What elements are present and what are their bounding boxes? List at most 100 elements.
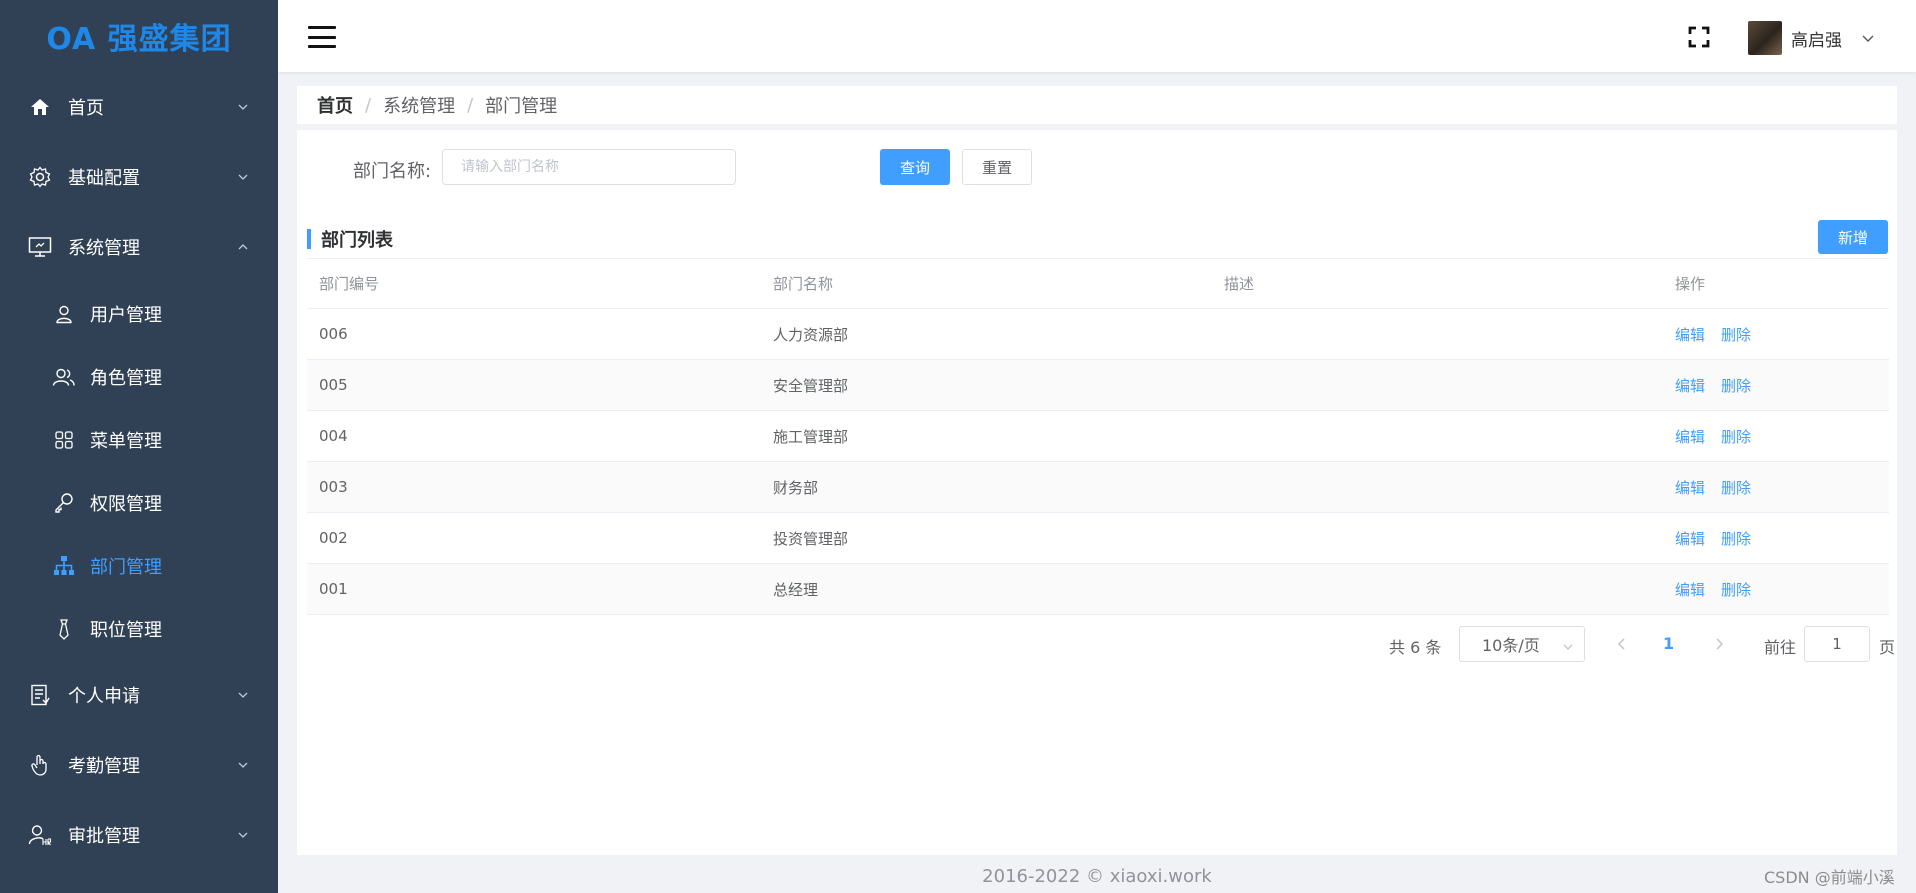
table-row: 002 投资管理部 编辑 删除 <box>307 513 1889 564</box>
page-number-current[interactable]: 1 <box>1663 634 1674 653</box>
department-table: 部门编号 部门名称 描述 操作 006 人力资源部 编辑 删除 005 安全管理部… <box>307 258 1889 615</box>
menu-item-attendance-management[interactable]: 考勤管理 <box>0 730 278 800</box>
fullscreen-icon[interactable] <box>1688 26 1710 48</box>
column-header-description: 描述 <box>1224 275 1255 293</box>
table-row: 005 安全管理部 编辑 删除 <box>307 360 1889 411</box>
cell-name: 安全管理部 <box>773 376 849 395</box>
breadcrumb-separator: / <box>365 94 372 116</box>
sidebar: OA 强盛集团 首页 基础配置 系统管理 用户管理 角色管理 菜单管理 权限管理… <box>0 0 278 893</box>
cell-name: 总经理 <box>773 580 819 599</box>
sidebar-item-menu-management[interactable]: 菜单管理 <box>0 408 278 471</box>
menu-item-label: 个人申请 <box>68 686 140 707</box>
menu-item-personal-application[interactable]: 个人申请 <box>0 660 278 730</box>
cell-actions: 编辑 删除 <box>1663 426 1889 447</box>
main-content: 部门名称: 查询 重置 部门列表 新增 部门编号 部门名称 描述 操作 006 … <box>297 130 1897 855</box>
delete-link[interactable]: 删除 <box>1721 377 1751 395</box>
section-accent-bar <box>307 229 311 249</box>
sidebar-item-user-management[interactable]: 用户管理 <box>0 282 278 345</box>
menu-item-label: 系统管理 <box>68 238 140 259</box>
delete-link[interactable]: 删除 <box>1721 530 1751 548</box>
goto-page-input[interactable] <box>1804 626 1870 662</box>
chevron-down-icon <box>236 100 250 114</box>
menu-item-approval-management[interactable]: 审批管理 <box>0 800 278 870</box>
breadcrumb-home[interactable]: 首页 <box>317 92 353 118</box>
cell-actions: 编辑 删除 <box>1663 375 1889 396</box>
chevron-down-icon <box>236 170 250 184</box>
cell-id: 004 <box>319 427 348 445</box>
page-size-select[interactable]: 10条/页 <box>1459 626 1585 662</box>
chevron-down-icon <box>236 758 250 772</box>
sidebar-item-department-management[interactable]: 部门管理 <box>0 534 278 597</box>
edit-link[interactable]: 编辑 <box>1675 428 1705 446</box>
sidebar-item-label: 权限管理 <box>90 493 162 515</box>
edit-link[interactable]: 编辑 <box>1675 581 1705 599</box>
chevron-down-icon <box>236 828 250 842</box>
breadcrumb-item-system-management: 系统管理 <box>383 96 456 117</box>
section-title: 部门列表 <box>307 228 393 251</box>
column-header-actions: 操作 <box>1675 275 1706 293</box>
watermark: CSDN @前端小溪 <box>1764 868 1895 887</box>
table-row: 004 施工管理部 编辑 删除 <box>307 411 1889 462</box>
menu-item-home[interactable]: 首页 <box>0 72 278 142</box>
gear-icon <box>28 165 52 189</box>
menu-item-system-management[interactable]: 系统管理 <box>0 212 278 282</box>
top-header: 高启强 <box>278 0 1916 72</box>
delete-link[interactable]: 删除 <box>1721 581 1751 599</box>
app-logo: OA 强盛集团 <box>46 22 232 57</box>
document-icon <box>28 683 52 707</box>
add-button[interactable]: 新增 <box>1818 220 1888 254</box>
approver-icon <box>28 823 52 847</box>
department-name-input[interactable] <box>442 149 736 185</box>
sidebar-item-permission-management[interactable]: 权限管理 <box>0 471 278 534</box>
sidebar-item-label: 菜单管理 <box>90 430 162 452</box>
hamburger-menu-icon[interactable] <box>308 26 336 48</box>
username[interactable]: 高启强 <box>1791 26 1842 51</box>
cell-id: 006 <box>319 325 348 343</box>
chevron-down-icon <box>236 688 250 702</box>
delete-link[interactable]: 删除 <box>1721 326 1751 344</box>
menu-item-basic-config[interactable]: 基础配置 <box>0 142 278 212</box>
cell-id: 003 <box>319 478 348 496</box>
department-name-label: 部门名称: <box>353 161 432 182</box>
prev-page-icon[interactable] <box>1613 635 1631 653</box>
page-size-value: 10条/页 <box>1482 636 1540 655</box>
avatar[interactable] <box>1748 21 1782 55</box>
table-row: 001 总经理 编辑 删除 <box>307 564 1889 615</box>
delete-link[interactable]: 删除 <box>1721 428 1751 446</box>
cell-id: 005 <box>319 376 348 394</box>
chevron-down-icon[interactable] <box>1861 30 1875 44</box>
edit-link[interactable]: 编辑 <box>1675 377 1705 395</box>
org-tree-icon <box>52 554 76 578</box>
delete-link[interactable]: 删除 <box>1721 479 1751 497</box>
sidebar-item-label: 部门管理 <box>90 556 162 578</box>
next-page-icon[interactable] <box>1710 635 1728 653</box>
edit-link[interactable]: 编辑 <box>1675 530 1705 548</box>
chevron-up-icon <box>236 240 250 254</box>
key-icon <box>52 491 76 515</box>
cell-id: 002 <box>319 529 348 547</box>
breadcrumb-separator: / <box>467 94 474 116</box>
home-icon <box>28 95 52 119</box>
chevron-down-icon <box>1562 638 1574 650</box>
table-header-row: 部门编号 部门名称 描述 操作 <box>307 259 1889 309</box>
breadcrumb: 首页 / 系统管理 / 部门管理 <box>297 86 1897 124</box>
query-button[interactable]: 查询 <box>880 149 950 185</box>
sidebar-item-position-management[interactable]: 职位管理 <box>0 597 278 660</box>
menu-item-label: 基础配置 <box>68 168 140 189</box>
column-header-id: 部门编号 <box>319 275 380 293</box>
cell-name: 投资管理部 <box>773 529 849 548</box>
cell-name: 人力资源部 <box>773 325 849 344</box>
goto-label: 前往 <box>1764 638 1797 657</box>
cell-id: 001 <box>319 580 348 598</box>
edit-link[interactable]: 编辑 <box>1675 479 1705 497</box>
sidebar-item-role-management[interactable]: 角色管理 <box>0 345 278 408</box>
sidebar-item-label: 角色管理 <box>90 367 162 389</box>
edit-link[interactable]: 编辑 <box>1675 326 1705 344</box>
menu-item-label: 首页 <box>68 98 104 119</box>
cell-name: 财务部 <box>773 478 819 497</box>
cell-name: 施工管理部 <box>773 427 849 446</box>
users-icon <box>52 365 76 389</box>
reset-button[interactable]: 重置 <box>962 149 1032 185</box>
tie-icon <box>52 617 76 641</box>
footer-copyright: 2016-2022 © xiaoxi.work <box>982 866 1212 887</box>
